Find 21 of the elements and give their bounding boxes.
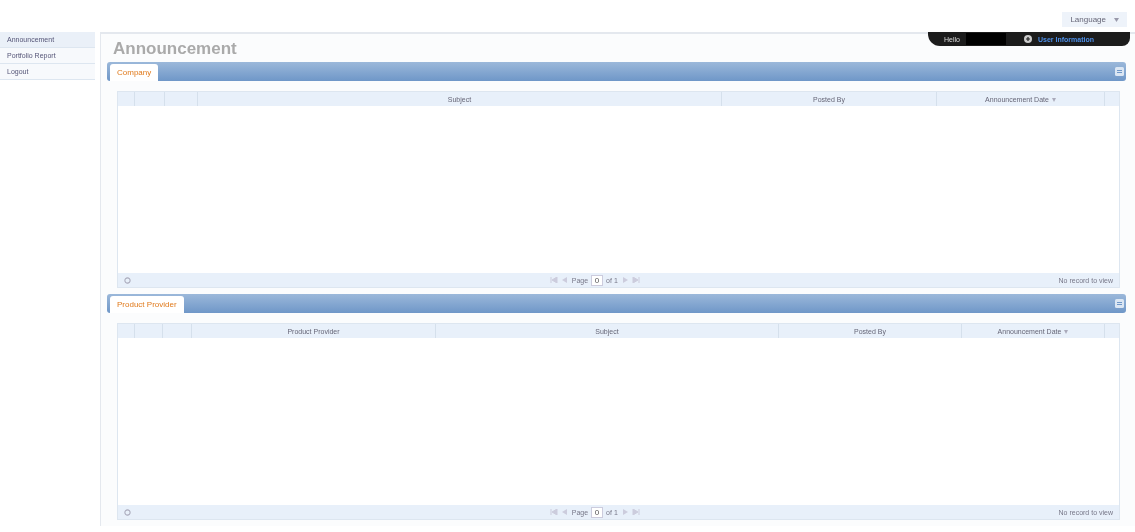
next-page-icon[interactable] <box>620 509 629 515</box>
language-dropdown[interactable]: Language <box>1062 12 1127 27</box>
refresh-icon[interactable] <box>124 276 131 284</box>
page-input[interactable]: 0 <box>591 506 604 518</box>
collapse-icon[interactable] <box>1115 67 1124 76</box>
page-title: Announcement <box>112 38 238 60</box>
first-page-icon[interactable] <box>549 277 558 283</box>
panel-tab[interactable]: Company <box>110 64 159 81</box>
refresh-icon[interactable] <box>124 508 131 516</box>
first-page-icon[interactable] <box>549 509 558 515</box>
collapse-icon[interactable] <box>1115 299 1124 308</box>
last-page-icon[interactable] <box>631 509 640 515</box>
next-page-icon[interactable] <box>620 277 629 283</box>
page-input[interactable]: 0 <box>591 274 604 286</box>
previous-page-icon[interactable] <box>560 277 569 283</box>
last-page-icon[interactable] <box>631 277 640 283</box>
panel-tab[interactable]: Product Provider <box>110 296 184 313</box>
plus-icon <box>1023 35 1032 43</box>
redaction-bar <box>965 33 1006 45</box>
caret-icon <box>1114 17 1119 22</box>
previous-page-icon[interactable] <box>560 509 569 515</box>
